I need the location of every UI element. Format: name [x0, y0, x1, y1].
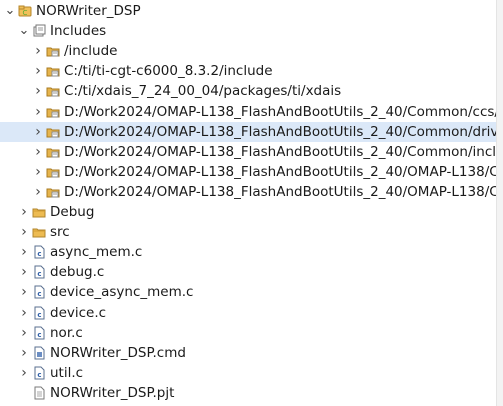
pjt-file-icon	[32, 386, 46, 400]
chevron-right-icon[interactable]	[18, 242, 30, 262]
tree-item-label: D:/Work2024/OMAP-L138_FlashAndBootUtils_…	[64, 183, 499, 200]
include-folder-icon	[46, 105, 60, 119]
tree-item[interactable]: c async_mem.c	[0, 242, 503, 262]
chevron-right-icon[interactable]	[18, 202, 30, 222]
chevron-right-icon[interactable]	[18, 303, 30, 323]
chevron-down-icon[interactable]	[4, 1, 16, 21]
c-source-file-icon: c	[32, 245, 46, 259]
svg-text:C: C	[23, 9, 28, 17]
chevron-right-icon[interactable]	[32, 102, 44, 122]
tree-item[interactable]: c debug.c	[0, 262, 503, 282]
tree-item-label: debug.c	[50, 264, 105, 281]
chevron-right-icon[interactable]	[18, 363, 30, 383]
svg-text:c: c	[37, 371, 41, 379]
folder-icon	[32, 205, 46, 219]
svg-text:c: c	[37, 270, 41, 278]
chevron-right-icon[interactable]	[18, 282, 30, 302]
c-source-file-icon: c	[32, 265, 46, 279]
tree-item[interactable]: D:/Work2024/OMAP-L138_FlashAndBootUtils_…	[0, 121, 503, 142]
tree-item-label: D:/Work2024/OMAP-L138_FlashAndBootUtils_…	[64, 163, 499, 180]
tree-item-label: /include	[64, 43, 118, 60]
tree-item[interactable]: Includes	[0, 21, 503, 41]
tree-item[interactable]: Debug	[0, 202, 503, 222]
tree-item[interactable]: D:/Work2024/OMAP-L138_FlashAndBootUtils_…	[0, 102, 503, 122]
chevron-right-icon[interactable]	[32, 182, 44, 202]
chevron-right-icon[interactable]	[32, 41, 44, 61]
tree-item[interactable]: c device.c	[0, 303, 503, 323]
tree-item-label: device_async_mem.c	[50, 284, 194, 301]
includes-icon	[32, 24, 46, 38]
include-folder-icon	[46, 185, 60, 199]
tree-item-label: D:/Work2024/OMAP-L138_FlashAndBootUtils_…	[64, 143, 503, 160]
tree-item-label: Debug	[50, 204, 95, 220]
tree-item-label: Includes	[50, 23, 107, 40]
c-source-file-icon: c	[32, 366, 46, 380]
tree-item[interactable]: c device_async_mem.c	[0, 282, 503, 302]
svg-text:c: c	[37, 250, 41, 258]
include-folder-icon	[46, 44, 60, 58]
chevron-right-icon[interactable]	[32, 142, 44, 162]
tree-item-label: src	[50, 224, 70, 241]
cmd-file-icon	[32, 346, 46, 360]
tree-item-label: D:/Work2024/OMAP-L138_FlashAndBootUtils_…	[64, 123, 503, 140]
tree-item[interactable]: C:/ti/xdais_7_24_00_04/packages/ti/xdais	[0, 81, 503, 101]
tree-item-label: util.c	[50, 364, 84, 381]
chevron-right-icon[interactable]	[18, 262, 30, 282]
chevron-right-icon[interactable]	[32, 122, 44, 142]
chevron-right-icon[interactable]	[18, 343, 30, 363]
c-source-file-icon: c	[32, 285, 46, 299]
tree-item-label: nor.c	[50, 324, 83, 341]
include-folder-icon	[46, 145, 60, 159]
tree-item-label: NORWriter_DSP	[36, 3, 141, 19]
chevron-right-icon[interactable]	[32, 162, 44, 182]
tree-item-label: D:/Work2024/OMAP-L138_FlashAndBootUtils_…	[64, 103, 503, 120]
project-icon: C	[18, 4, 32, 18]
tree-item[interactable]: c nor.c	[0, 323, 503, 343]
include-folder-icon	[46, 84, 60, 98]
chevron-down-icon[interactable]	[18, 21, 30, 41]
svg-text:c: c	[37, 331, 41, 339]
tree-item[interactable]: D:/Work2024/OMAP-L138_FlashAndBootUtils_…	[0, 142, 503, 162]
tree-item[interactable]: C:/ti/ti-cgt-c6000_8.3.2/include	[0, 61, 503, 81]
include-folder-icon	[46, 64, 60, 78]
tree-item-label: async_mem.c	[50, 244, 143, 261]
tree-item[interactable]: C NORWriter_DSP	[0, 1, 503, 21]
tree-item-label: NORWriter_DSP.pjt	[50, 384, 175, 401]
tree-item[interactable]: c util.c	[0, 363, 503, 383]
tree-item[interactable]: src	[0, 222, 503, 242]
chevron-right-icon[interactable]	[18, 323, 30, 343]
tree-item[interactable]: NORWriter_DSP.pjt	[0, 383, 503, 403]
folder-icon	[32, 225, 46, 239]
tree-item-label: C:/ti/xdais_7_24_00_04/packages/ti/xdais	[64, 83, 342, 100]
tree-item[interactable]: NORWriter_DSP.cmd	[0, 343, 503, 363]
tree-item-label: C:/ti/ti-cgt-c6000_8.3.2/include	[64, 63, 273, 80]
chevron-right-icon[interactable]	[18, 222, 30, 242]
include-folder-icon	[46, 125, 60, 139]
c-source-file-icon: c	[32, 326, 46, 340]
chevron-right-icon[interactable]	[32, 61, 44, 81]
vertical-scrollbar[interactable]	[496, 0, 503, 406]
tree-item[interactable]: D:/Work2024/OMAP-L138_FlashAndBootUtils_…	[0, 162, 503, 182]
tree-item[interactable]: /include	[0, 41, 503, 61]
tree-item-label: device.c	[50, 304, 107, 321]
chevron-right-icon[interactable]	[32, 81, 44, 101]
svg-text:c: c	[37, 311, 41, 319]
c-source-file-icon: c	[32, 306, 46, 320]
project-explorer-tree: C NORWriter_DSP Includes/include C:/ti/ti-c…	[0, 0, 503, 406]
tree-item-label: NORWriter_DSP.cmd	[50, 344, 186, 361]
svg-text:c: c	[37, 290, 41, 298]
tree-item[interactable]: D:/Work2024/OMAP-L138_FlashAndBootUtils_…	[0, 182, 503, 202]
include-folder-icon	[46, 165, 60, 179]
